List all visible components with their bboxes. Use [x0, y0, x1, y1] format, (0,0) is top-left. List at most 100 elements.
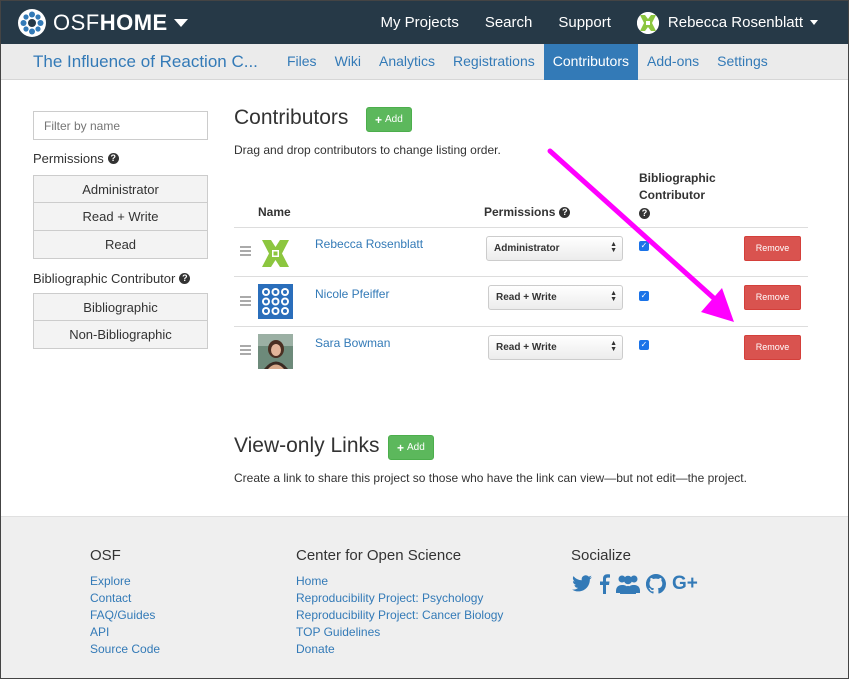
footer-osf-column: OSF Explore Contact FAQ/Guides API Sourc…	[90, 547, 160, 658]
add-contributor-label: Add	[385, 114, 403, 125]
plus-icon: +	[375, 112, 383, 127]
tab-files[interactable]: Files	[278, 44, 326, 80]
contributors-heading: Contributors	[234, 106, 349, 129]
avatar	[258, 284, 293, 319]
contributors-instructions: Drag and drop contributors to change lis…	[234, 143, 501, 157]
facebook-icon[interactable]	[599, 574, 610, 594]
contributor-name-link[interactable]: Nicole Pfeiffer	[315, 287, 389, 301]
permission-select[interactable]: Administrator ▲ ▼	[486, 236, 623, 261]
question-icon[interactable]: ?	[639, 208, 650, 219]
tab-wiki[interactable]: Wiki	[326, 44, 370, 80]
question-icon[interactable]: ?	[107, 153, 119, 164]
tab-analytics[interactable]: Analytics	[370, 44, 444, 80]
row-divider	[234, 276, 808, 277]
remove-contributor-button[interactable]: Remove	[744, 335, 801, 360]
footer-cos-heading: Center for Open Science	[296, 547, 462, 564]
github-icon[interactable]	[646, 574, 666, 594]
nav-support[interactable]: Support	[558, 14, 611, 31]
group-icon[interactable]	[616, 574, 640, 594]
bibliographic-checkbox[interactable]: ✓	[639, 241, 649, 251]
column-permissions-text: Permissions	[484, 205, 556, 219]
view-only-links-heading: View-only Links	[234, 434, 380, 457]
row-divider	[234, 326, 808, 327]
footer-link-source-code[interactable]: Source Code	[90, 641, 160, 658]
remove-contributor-button[interactable]: Remove	[744, 285, 801, 310]
column-bibliographic: Bibliographic Contributor ?	[639, 170, 716, 221]
brand-osf: OSF	[53, 9, 100, 35]
footer-link-rp-cancer-biology[interactable]: Reproducibility Project: Cancer Biology	[296, 607, 503, 624]
avatar	[258, 236, 293, 271]
nav-my-projects[interactable]: My Projects	[380, 14, 458, 31]
user-avatar	[636, 11, 659, 34]
osf-home-menu[interactable]: OSF HOME	[17, 1, 188, 44]
filter-administrator-button[interactable]: Administrator	[33, 175, 208, 203]
permission-select[interactable]: Read + Write ▲ ▼	[488, 335, 623, 360]
project-navbar: The Influence of Reaction C... Files Wik…	[1, 44, 848, 80]
tab-settings[interactable]: Settings	[708, 44, 777, 80]
bibliographic-label-text: Bibliographic Contributor	[33, 271, 176, 286]
filter-non-bibliographic-button[interactable]: Non-Bibliographic	[33, 321, 208, 349]
column-name: Name	[258, 205, 291, 219]
footer-link-top-guidelines[interactable]: TOP Guidelines	[296, 624, 503, 641]
tab-contributors[interactable]: Contributors	[543, 44, 638, 80]
view-only-links-description: Create a link to share this project so t…	[234, 471, 747, 485]
contributor-name-link[interactable]: Rebecca Rosenblatt	[315, 237, 423, 251]
google-plus-icon[interactable]: G+	[672, 573, 698, 595]
permission-select[interactable]: Read + Write ▲ ▼	[488, 285, 623, 310]
bibliographic-filter-group: Bibliographic Non-Bibliographic	[33, 293, 208, 349]
chevron-down-icon	[810, 20, 818, 25]
footer-cos-column: Center for Open Science Home Reproducibi…	[296, 547, 503, 658]
bibliographic-filter-label: Bibliographic Contributor ?	[33, 271, 191, 286]
nav-search[interactable]: Search	[485, 14, 533, 31]
chevron-down-icon	[173, 18, 188, 27]
user-name: Rebecca Rosenblatt	[667, 14, 803, 31]
filter-by-name-input[interactable]	[33, 111, 208, 140]
footer-social-column: Socialize G+	[571, 547, 704, 595]
permission-value: Read + Write	[496, 342, 557, 353]
filter-read-button[interactable]: Read	[33, 231, 208, 259]
footer-link-api[interactable]: API	[90, 624, 160, 641]
brand-home: HOME	[99, 9, 168, 35]
avatar	[258, 334, 293, 369]
footer-osf-heading: OSF	[90, 547, 121, 564]
user-menu[interactable]: Rebecca Rosenblatt	[636, 11, 818, 34]
footer-link-contact[interactable]: Contact	[90, 590, 160, 607]
osf-logo-icon	[18, 8, 46, 37]
footer-link-faq[interactable]: FAQ/Guides	[90, 607, 160, 624]
column-bib-line2: Contributor	[639, 188, 705, 202]
tab-add-ons[interactable]: Add-ons	[638, 44, 708, 80]
project-title[interactable]: The Influence of Reaction C...	[33, 52, 258, 72]
add-view-only-link-button[interactable]: + Add	[388, 435, 434, 460]
bibliographic-checkbox[interactable]: ✓	[639, 340, 649, 350]
permissions-label-text: Permissions	[33, 151, 104, 166]
filter-bibliographic-button[interactable]: Bibliographic	[33, 293, 208, 321]
filter-read-write-button[interactable]: Read + Write	[33, 203, 208, 231]
question-icon[interactable]: ?	[559, 206, 571, 218]
permissions-filter-group: Administrator Read + Write Read	[33, 175, 208, 259]
footer-link-home[interactable]: Home	[296, 573, 503, 590]
top-navbar: OSF HOME My Projects Search Support Rebe…	[1, 1, 848, 44]
question-icon[interactable]: ?	[179, 273, 191, 284]
permissions-filter-label: Permissions ?	[33, 151, 119, 166]
plus-icon: +	[397, 440, 405, 455]
drag-handle-icon[interactable]	[240, 296, 251, 306]
tab-registrations[interactable]: Registrations	[444, 44, 544, 80]
footer-link-explore[interactable]: Explore	[90, 573, 160, 590]
footer: OSF Explore Contact FAQ/Guides API Sourc…	[1, 516, 848, 678]
remove-contributor-button[interactable]: Remove	[744, 236, 801, 261]
select-arrows-icon: ▲ ▼	[610, 340, 617, 353]
select-arrows-icon: ▲ ▼	[610, 290, 617, 303]
footer-social-heading: Socialize	[571, 547, 632, 564]
add-view-only-link-label: Add	[407, 442, 425, 453]
add-contributor-button[interactable]: + Add	[366, 107, 412, 132]
drag-handle-icon[interactable]	[240, 345, 251, 355]
table-header-divider	[234, 227, 808, 228]
select-arrows-icon: ▲ ▼	[610, 241, 617, 254]
footer-link-donate[interactable]: Donate	[296, 641, 503, 658]
contributor-name-link[interactable]: Sara Bowman	[315, 336, 390, 350]
footer-link-rp-psychology[interactable]: Reproducibility Project: Psychology	[296, 590, 503, 607]
bibliographic-checkbox[interactable]: ✓	[639, 291, 649, 301]
drag-handle-icon[interactable]	[240, 246, 251, 256]
column-permissions: Permissions ?	[484, 205, 571, 219]
twitter-icon[interactable]	[571, 575, 593, 593]
